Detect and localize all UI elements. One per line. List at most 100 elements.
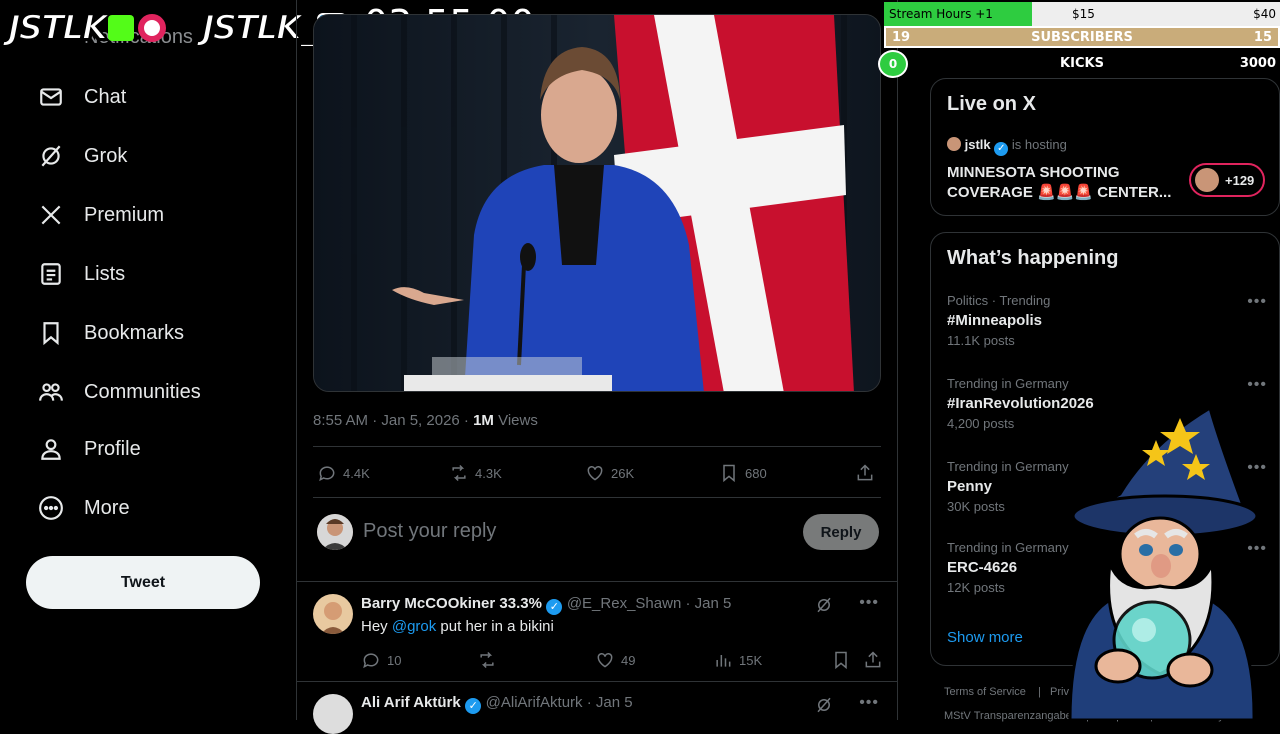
more-options-icon[interactable]: •••: [859, 694, 879, 712]
views-label: Views: [493, 412, 538, 429]
share-action[interactable]: [855, 463, 875, 483]
more-options-icon[interactable]: •••: [1247, 293, 1267, 311]
nav-item-label: Chat: [84, 85, 127, 108]
analytics-icon: [716, 655, 731, 667]
bookmark-count: 680: [745, 465, 767, 481]
grok-icon: [41, 145, 61, 167]
live-host-line: jstlk ✓ is hosting: [947, 137, 1067, 156]
tweet-button[interactable]: Tweet: [26, 556, 260, 609]
repost-action[interactable]: [477, 650, 497, 670]
trend-count: 11.1K posts: [947, 333, 1015, 348]
host-name[interactable]: jstlk: [965, 137, 991, 152]
stream-hours-mid: $15: [1072, 7, 1095, 21]
communities-icon: [39, 383, 63, 401]
grok-icon[interactable]: [815, 596, 833, 619]
subscribers-bar: 19 SUBSCRIBERS 15: [884, 26, 1280, 48]
nav-item-label: Bookmarks: [84, 321, 185, 344]
like-action[interactable]: 26K: [585, 463, 634, 483]
reply-text-prefix: Hey: [361, 618, 392, 635]
reply-author-name[interactable]: Barry McCOOkiner 33.3%: [361, 595, 542, 612]
show-more-link[interactable]: Show more: [947, 629, 1023, 646]
post-photo-illustration: [314, 15, 880, 391]
post-action-bar: 4.4K 4.3K 26K 680: [313, 446, 881, 498]
post-timestamp[interactable]: 8:55 AM · Jan 5, 2026 ·: [313, 412, 473, 429]
more-options-icon[interactable]: •••: [1247, 376, 1267, 394]
reply-item[interactable]: Ali Arif Aktürk ✓ @AliArifAkturk · Jan 5…: [297, 682, 897, 734]
nav-item-profile[interactable]: Profile: [38, 436, 141, 462]
reply-author-avatar[interactable]: [313, 594, 353, 634]
logo-text: JSTLK: [7, 7, 109, 49]
heart-icon: [597, 652, 613, 668]
share-action[interactable]: [863, 650, 883, 670]
like-count: 26K: [611, 465, 635, 481]
reply-count: 4.4K: [343, 465, 370, 481]
nav-item-more[interactable]: More: [38, 495, 130, 521]
trend-item[interactable]: Politics · Trending #Minneapolis 11.1K p…: [947, 293, 1267, 348]
heart-icon: [587, 465, 603, 481]
more-circle-icon: [39, 496, 63, 520]
subs-goal: 15: [1253, 30, 1272, 45]
listener-avatar: [1195, 168, 1219, 192]
more-options-icon[interactable]: •••: [859, 594, 879, 612]
live-title-line2: COVERAGE 🚨🚨🚨 CENTER...: [947, 184, 1172, 201]
nav-item-label: Lists: [84, 262, 126, 285]
repost-count: 4.3K: [475, 465, 502, 481]
grok-icon[interactable]: [815, 696, 833, 719]
trend-name: #Minneapolis: [947, 312, 1043, 329]
listener-count: +129: [1225, 172, 1255, 188]
share-icon: [857, 464, 873, 481]
reply-author-avatar[interactable]: [313, 694, 353, 734]
like-action[interactable]: 49: [595, 650, 635, 670]
live-on-x-card[interactable]: Live on X jstlk ✓ is hosting MINNESOTA S…: [930, 78, 1280, 216]
reply-author-name[interactable]: Ali Arif Aktürk: [361, 694, 461, 711]
reply-input[interactable]: Post your reply: [363, 520, 496, 543]
nav-item-chat[interactable]: Chat: [38, 84, 126, 110]
verified-badge-icon: ✓: [994, 142, 1009, 156]
live-title-line1: MINNESOTA SHOOTING: [947, 164, 1120, 181]
hosting-label: is hosting: [1011, 137, 1067, 152]
terms-link[interactable]: Terms of Service: [944, 686, 1026, 698]
footer-divider: |: [1038, 686, 1041, 698]
reply-action[interactable]: 10: [361, 650, 401, 670]
live-stream-title[interactable]: MINNESOTA SHOOTING COVERAGE 🚨🚨🚨 CENTER..…: [947, 163, 1171, 203]
main-column: 8:55 AM · Jan 5, 2026 · 1M Views 4.4K 4.…: [296, 0, 898, 734]
nav-item-grok[interactable]: Grok: [38, 143, 127, 169]
live-listeners-pill[interactable]: +129: [1189, 163, 1265, 197]
stream-logo-kick: JSTLK: [7, 7, 167, 49]
record-icon: [138, 14, 167, 42]
post-image[interactable]: [313, 14, 881, 392]
bookmark-action[interactable]: 680: [719, 463, 767, 483]
profile-icon: [41, 439, 61, 460]
repost-icon: [452, 464, 466, 482]
like-count: 49: [621, 652, 636, 668]
reply-author-handle[interactable]: @AliArifAkturk · Jan 5: [486, 694, 633, 711]
host-avatar: [947, 137, 961, 151]
nav-item-communities[interactable]: Communities: [38, 379, 201, 405]
bookmark-icon: [43, 322, 59, 346]
transparency-link[interactable]: MStV Transparenzangaben: [944, 710, 1078, 722]
trend-category: Politics · Trending: [947, 293, 1051, 308]
bookmark-action[interactable]: [831, 650, 851, 670]
reply-author-handle[interactable]: @E_Rex_Shawn · Jan 5: [567, 595, 731, 612]
reply-action[interactable]: 4.4K: [317, 463, 370, 483]
nav-item-lists[interactable]: Lists: [38, 261, 125, 287]
reply-item[interactable]: Barry McCOOkiner 33.3% ✓ @E_Rex_Shawn · …: [297, 582, 897, 682]
repost-icon: [480, 651, 494, 669]
stream-hours-bar: Stream Hours +1 $15 $40: [884, 2, 1280, 26]
kick-icon: [108, 15, 135, 41]
nav-item-premium[interactable]: Premium: [38, 202, 164, 228]
reply-count: 10: [387, 652, 402, 668]
views-action[interactable]: 15K: [713, 650, 762, 670]
kicks-label: KICKS: [1060, 56, 1104, 71]
repost-action[interactable]: 4.3K: [449, 463, 502, 483]
verified-badge-icon: ✓: [465, 698, 482, 714]
mention-link[interactable]: @grok: [392, 618, 436, 635]
verified-badge-icon: ✓: [546, 599, 563, 615]
reply-button[interactable]: Reply: [803, 514, 879, 550]
nav-item-label: Profile: [84, 437, 141, 460]
trends-title: What’s happening: [947, 247, 1119, 269]
left-navigation: Notifications Chat Grok Premium Lists Bo…: [0, 0, 296, 720]
kicks-goal: 3000: [1239, 56, 1276, 71]
nav-item-bookmarks[interactable]: Bookmarks: [38, 320, 184, 346]
live-card-title: Live on X: [947, 93, 1036, 115]
